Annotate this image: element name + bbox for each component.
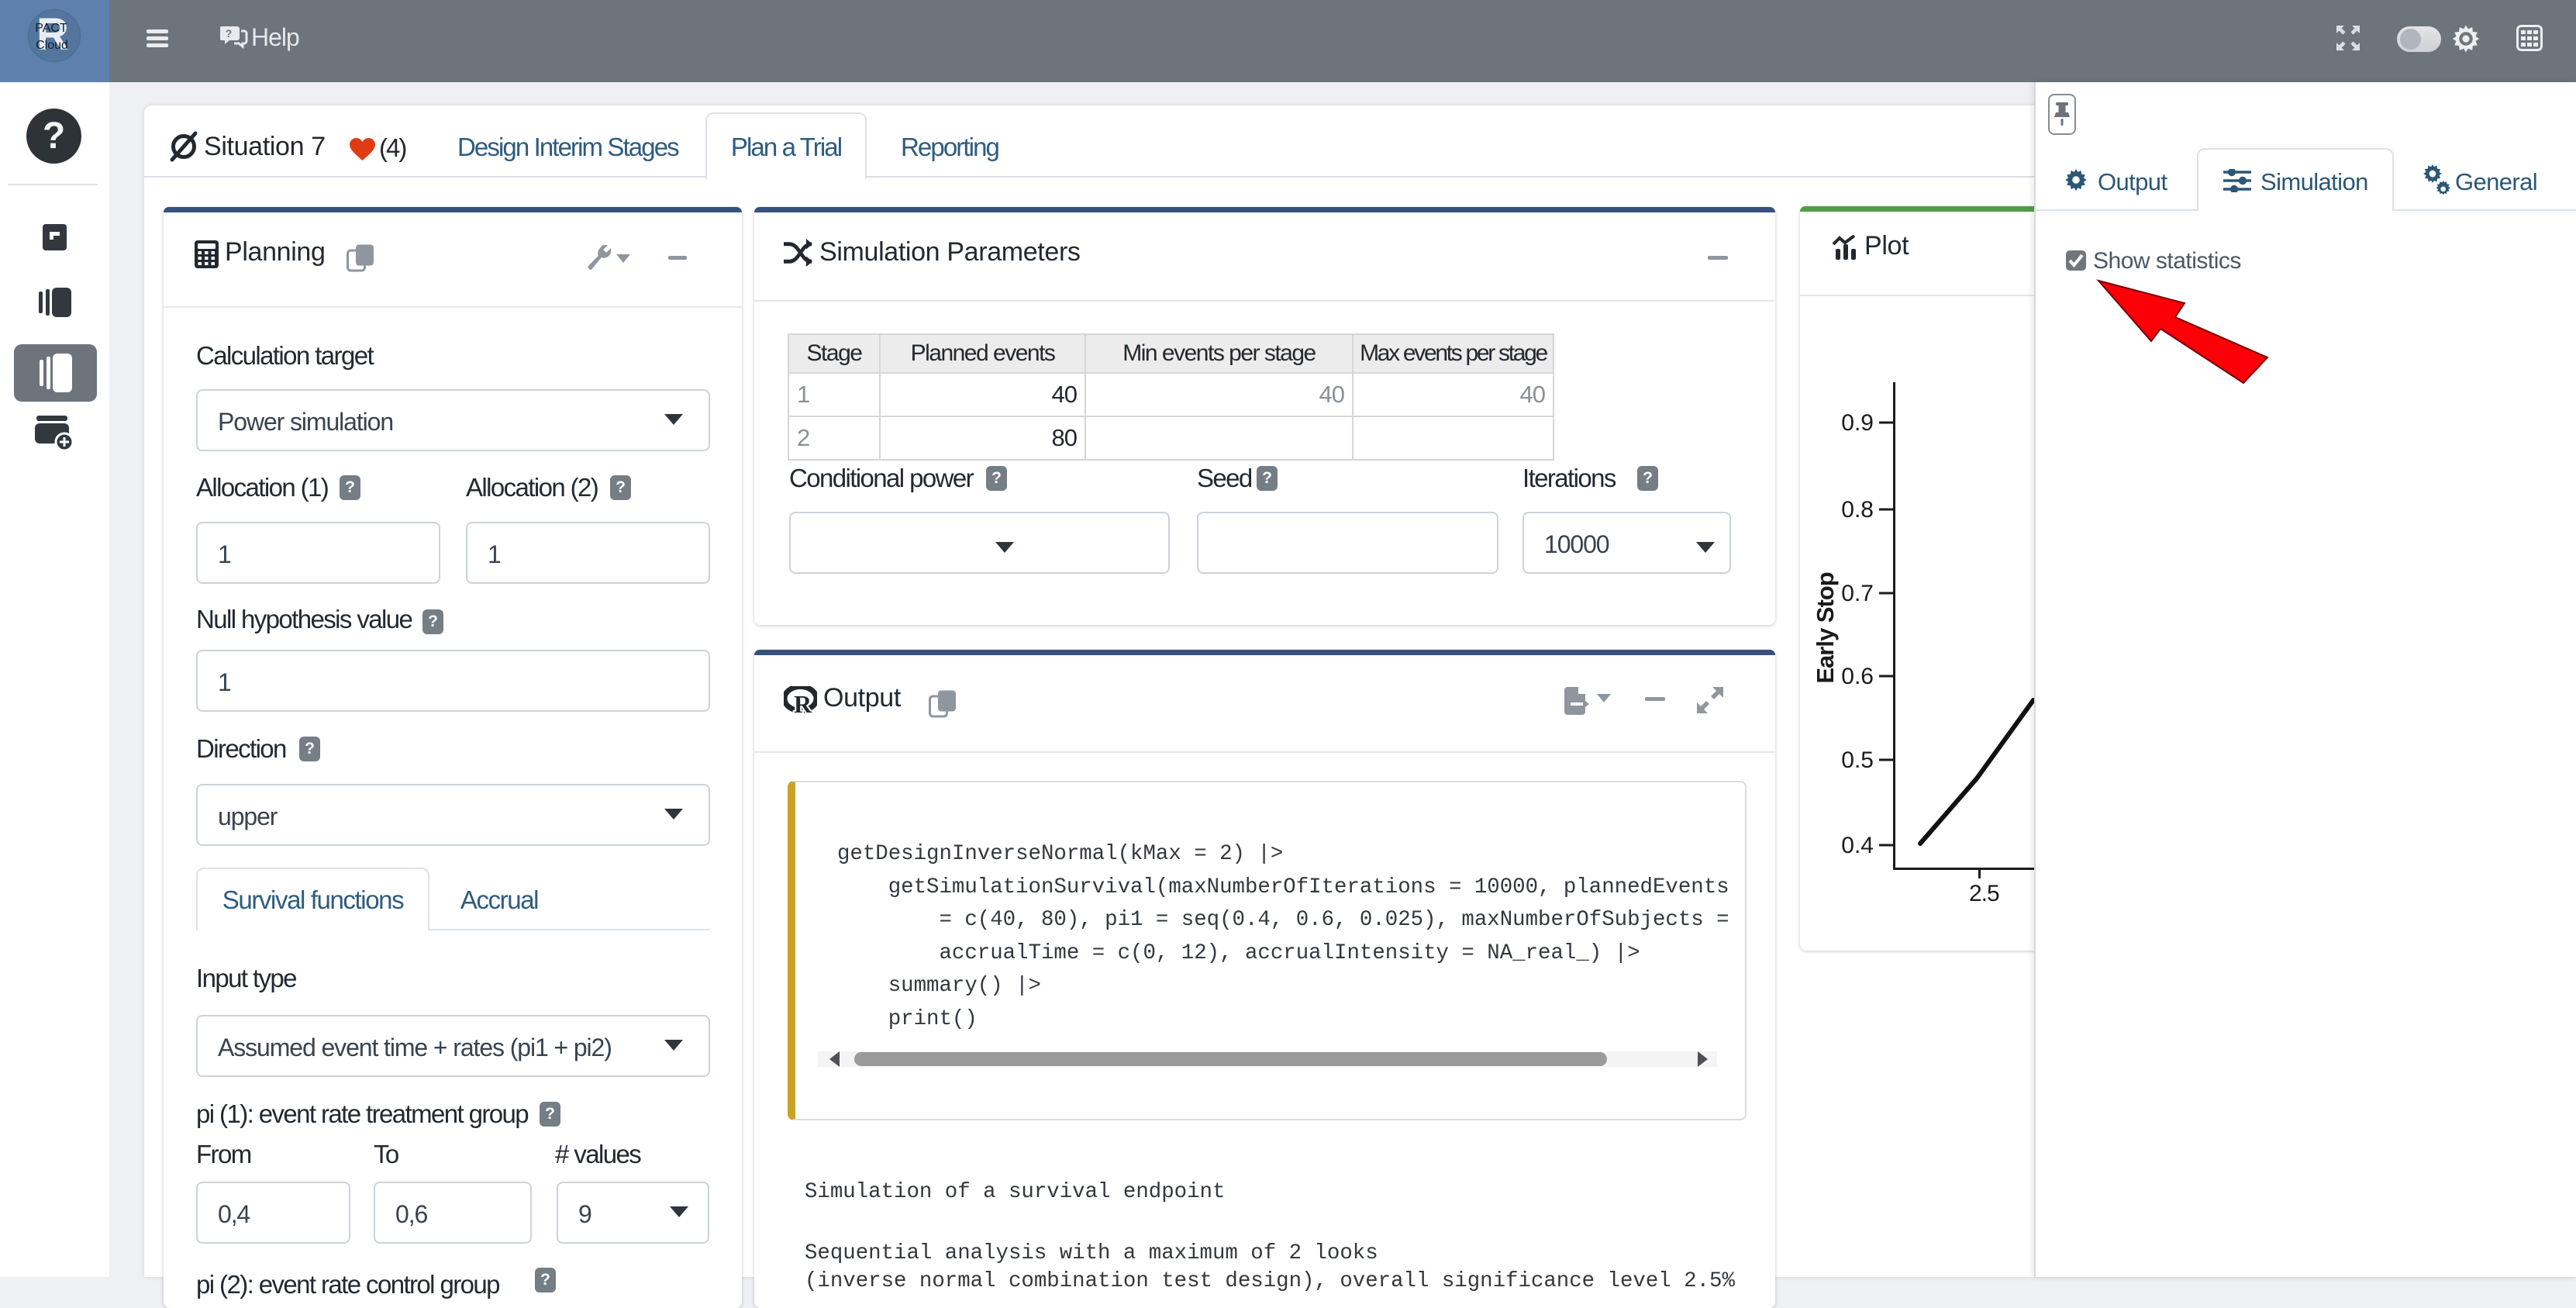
svg-text:0.9: 0.9 bbox=[1841, 410, 1874, 436]
svg-text:0.7: 0.7 bbox=[1841, 581, 1874, 606]
svg-text:Cloud: Cloud bbox=[36, 39, 68, 52]
svg-text:0.8: 0.8 bbox=[1841, 497, 1874, 523]
svg-text:?: ? bbox=[226, 27, 233, 40]
svg-text:0.5: 0.5 bbox=[1841, 747, 1874, 773]
svg-text:0.4: 0.4 bbox=[1841, 833, 1874, 858]
svg-text:0.6: 0.6 bbox=[1841, 664, 1874, 689]
svg-text:PACT: PACT bbox=[35, 22, 67, 35]
svg-text:R: R bbox=[794, 690, 812, 715]
